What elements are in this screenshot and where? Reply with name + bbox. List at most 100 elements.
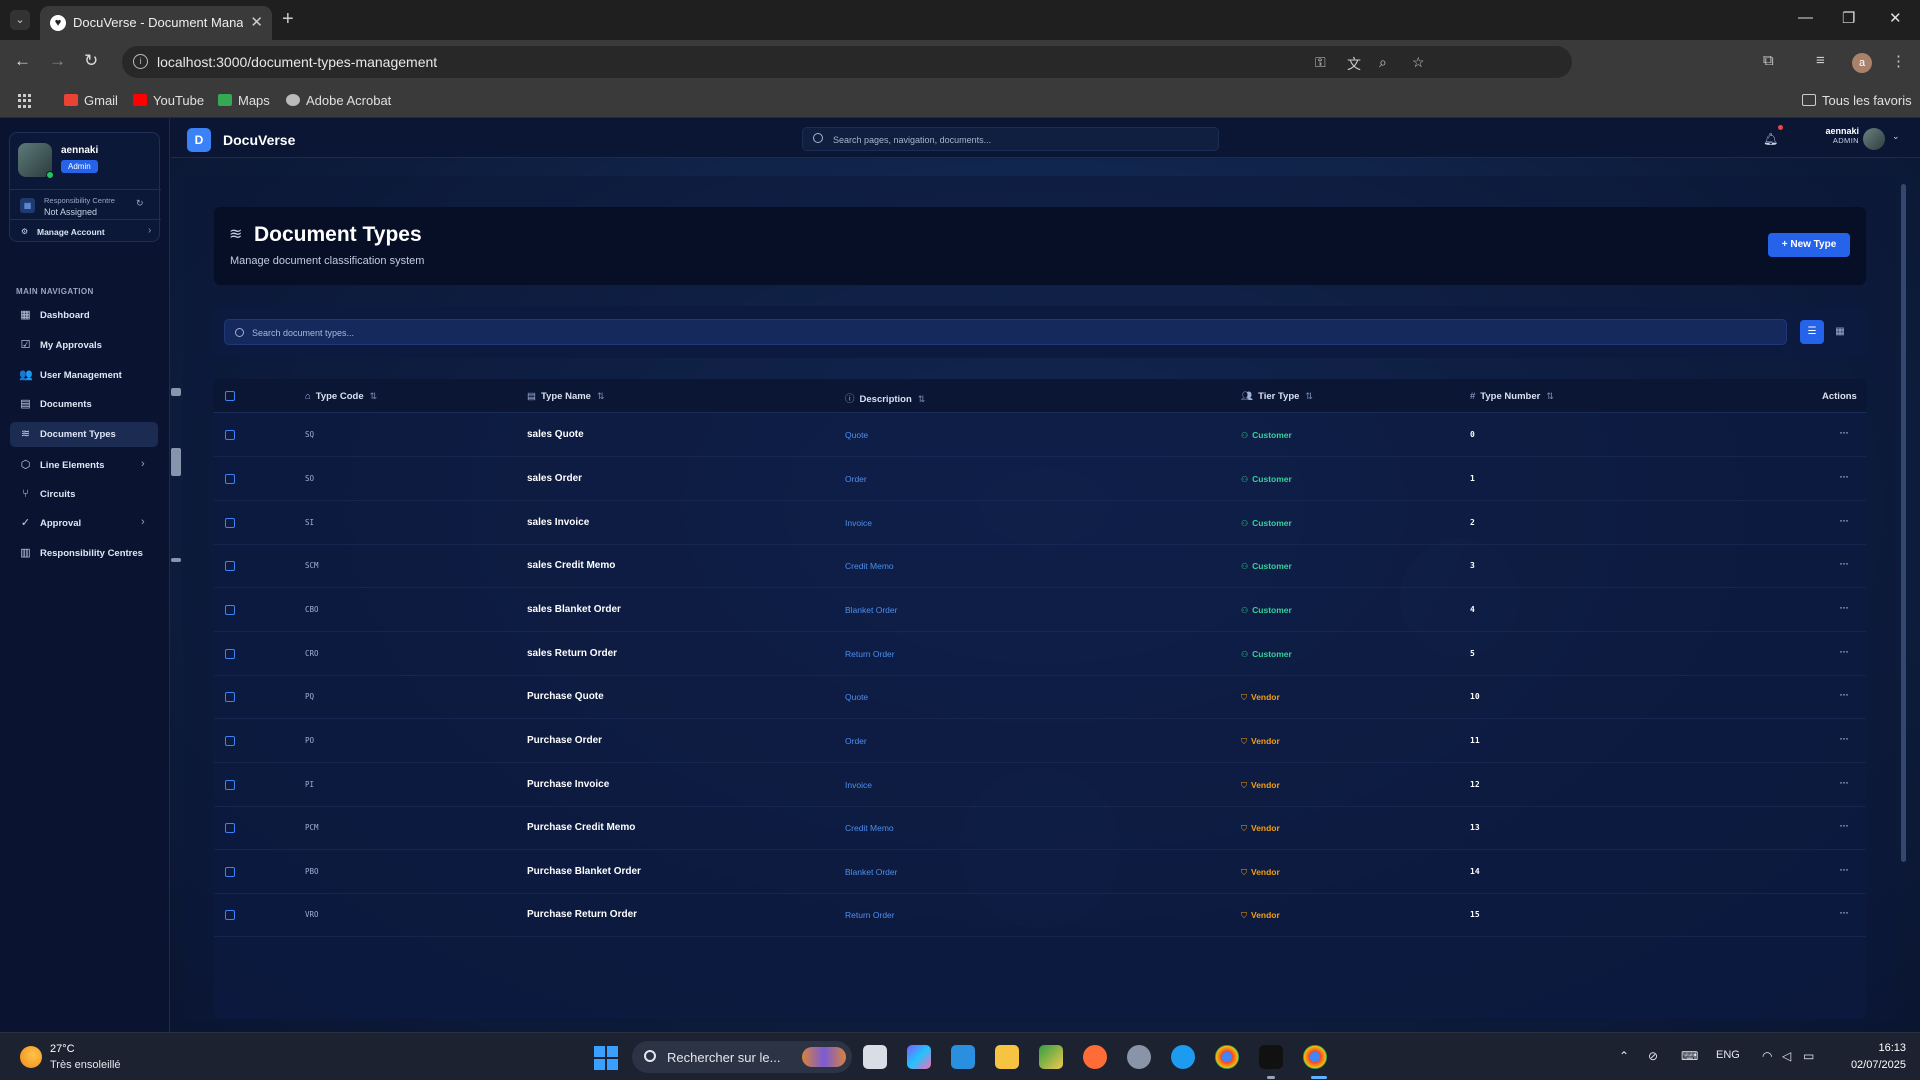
table-row[interactable]: CRO sales Return Order Return Order ⚇ Custom… — [214, 632, 1866, 676]
sidebar-item-document-types[interactable]: ≋ Document Types — [10, 422, 158, 447]
select-all-checkbox[interactable] — [225, 391, 235, 401]
password-key-icon[interactable]: ⚿ — [1315, 54, 1326, 71]
sidebar-item-my-approvals[interactable]: ☑ My Approvals — [10, 333, 158, 358]
table-row[interactable]: CBO sales Blanket Order Blanket Order ⚇ Cust… — [214, 588, 1866, 632]
file-explorer-icon[interactable] — [995, 1045, 1019, 1069]
chrome-icon[interactable] — [1215, 1045, 1239, 1069]
user-menu[interactable]: aennaki ADMIN — [1799, 126, 1859, 145]
network-off-icon[interactable]: ⊘ — [1648, 1049, 1658, 1063]
table-row[interactable]: SQ sales Quote Quote ⚇ Customer 0 ··· — [214, 413, 1866, 457]
row-actions-menu-icon[interactable]: ··· — [1839, 775, 1849, 789]
sidebar-item-approval[interactable]: ✓ Approval › — [10, 511, 158, 536]
table-row[interactable]: SI sales Invoice Invoice ⚇ Customer 2 ··· — [214, 501, 1866, 545]
new-tab-button[interactable]: + — [282, 8, 294, 31]
bookmark-star-icon[interactable]: ☆ — [1412, 54, 1425, 71]
grid-view-button[interactable]: ▦ — [1828, 320, 1852, 344]
row-actions-menu-icon[interactable]: ··· — [1839, 644, 1849, 658]
weather-temperature[interactable]: 27°C — [50, 1043, 75, 1055]
wifi-icon[interactable]: ◠ — [1762, 1049, 1772, 1063]
row-actions-menu-icon[interactable]: ··· — [1839, 469, 1849, 483]
row-actions-menu-icon[interactable]: ··· — [1839, 425, 1849, 439]
row-actions-menu-icon[interactable]: ··· — [1839, 513, 1849, 527]
windows-start-icon[interactable] — [594, 1046, 618, 1070]
all-bookmarks[interactable]: Tous les favoris — [1802, 93, 1912, 108]
sidebar-item-responsibility-centres[interactable]: ▥ Responsibility Centres — [10, 541, 158, 566]
table-row[interactable]: PQ Purchase Quote Quote ⛉ Vendor 10 ··· — [214, 675, 1866, 719]
translate-icon[interactable]: 文 — [1347, 54, 1361, 74]
bookmark-gmail[interactable]: Gmail — [64, 93, 118, 108]
language-indicator[interactable]: ENG — [1716, 1049, 1740, 1061]
tray-chevron-icon[interactable]: ⌃ — [1619, 1049, 1629, 1063]
column-description[interactable]: ⓘ Description ⇅ — [845, 391, 925, 405]
sidebar-item-user-management[interactable]: 👥 User Management — [10, 363, 158, 388]
column-type-name[interactable]: ▤ Type Name ⇅ — [527, 391, 605, 402]
vscode-icon[interactable] — [951, 1045, 975, 1069]
table-row[interactable]: PCM Purchase Credit Memo Credit Memo ⛉ Vendo… — [214, 806, 1866, 850]
table-row[interactable]: SO sales Order Order ⚇ Customer 1 ··· — [214, 457, 1866, 501]
keyboard-icon[interactable]: ⌨ — [1681, 1049, 1698, 1063]
refresh-icon[interactable]: ↻ — [136, 198, 144, 209]
sun-icon[interactable] — [20, 1046, 42, 1068]
clock-time[interactable]: 16:13 — [1856, 1042, 1906, 1054]
settings-icon[interactable] — [1127, 1045, 1151, 1069]
bookmark-adobe-acrobat[interactable]: Adobe Acrobat — [286, 93, 391, 108]
row-actions-menu-icon[interactable]: ··· — [1839, 556, 1849, 570]
table-row[interactable]: PO Purchase Order Order ⛉ Vendor 11 ··· — [214, 719, 1866, 763]
row-actions-menu-icon[interactable]: ··· — [1839, 600, 1849, 614]
app-icon[interactable] — [1039, 1045, 1063, 1069]
weather-description[interactable]: Très ensoleillé — [50, 1059, 121, 1071]
extensions-icon[interactable]: ⧉ — [1763, 52, 1774, 69]
bookmark-maps[interactable]: Maps — [218, 93, 270, 108]
clock-date[interactable]: 02/07/2025 — [1838, 1059, 1906, 1071]
docker-icon[interactable] — [1171, 1045, 1195, 1069]
table-row[interactable]: PBO Purchase Blanket Order Blanket Order ⛉ V… — [214, 850, 1866, 894]
sidebar-item-line-elements[interactable]: ⬡ Line Elements › — [10, 453, 158, 478]
row-checkbox[interactable] — [225, 910, 235, 920]
row-actions-menu-icon[interactable]: ··· — [1839, 687, 1849, 701]
row-actions-menu-icon[interactable]: ··· — [1839, 731, 1849, 745]
scroll-handle[interactable] — [171, 388, 181, 396]
terminal-icon[interactable] — [1259, 1045, 1283, 1069]
profile-avatar[interactable]: a — [1852, 53, 1872, 73]
site-info-icon[interactable]: i — [133, 54, 148, 69]
manage-account-button[interactable]: ⚙ Manage Account › — [10, 219, 161, 243]
task-view-icon[interactable] — [863, 1045, 887, 1069]
row-checkbox[interactable] — [225, 518, 235, 528]
zoom-icon[interactable]: ⌕ — [1379, 54, 1387, 71]
notification-bell-icon[interactable]: 🔔︎ — [1763, 132, 1778, 146]
url-field[interactable]: i localhost:3000/document-types-manageme… — [122, 46, 1572, 78]
scroll-handle[interactable] — [171, 448, 181, 476]
table-row[interactable]: PI Purchase Invoice Invoice ⛉ Vendor 12 ··· — [214, 763, 1866, 807]
row-checkbox[interactable] — [225, 605, 235, 615]
close-tab-icon[interactable]: ✕ — [250, 13, 263, 31]
row-checkbox[interactable] — [225, 474, 235, 484]
row-actions-menu-icon[interactable]: ··· — [1839, 862, 1849, 876]
sidebar-item-dashboard[interactable]: ▦ Dashboard — [10, 303, 158, 328]
apps-grid-icon[interactable] — [18, 94, 32, 108]
row-checkbox[interactable] — [225, 780, 235, 790]
tab-search-button[interactable]: ⌄ — [10, 10, 30, 30]
browser-tab[interactable]: ♥ DocuVerse - Document Management ✕ — [40, 6, 272, 40]
chrome-icon[interactable] — [1303, 1045, 1327, 1069]
chevron-down-icon[interactable]: ⌄ — [1892, 131, 1900, 142]
table-row[interactable]: SCM sales Credit Memo Credit Memo ⚇ Customer… — [214, 544, 1866, 588]
bookmark-youtube[interactable]: YouTube — [133, 93, 204, 108]
volume-icon[interactable]: ◁ — [1782, 1049, 1791, 1063]
row-checkbox[interactable] — [225, 692, 235, 702]
row-checkbox[interactable] — [225, 736, 235, 746]
row-actions-menu-icon[interactable]: ··· — [1839, 818, 1849, 832]
logo[interactable]: D — [187, 128, 211, 152]
reload-icon[interactable]: ↻ — [84, 51, 98, 71]
media-icon[interactable]: ≡ — [1816, 52, 1825, 69]
copilot-icon[interactable] — [907, 1045, 931, 1069]
minimize-icon[interactable]: — — [1798, 9, 1813, 26]
global-search-input[interactable]: Search pages, navigation, documents... — [802, 127, 1219, 151]
document-type-search-input[interactable]: Search document types... — [224, 319, 1787, 345]
row-checkbox[interactable] — [225, 430, 235, 440]
scrollbar[interactable] — [1901, 184, 1906, 862]
row-actions-menu-icon[interactable]: ··· — [1839, 905, 1849, 919]
table-view-button[interactable]: ☰ — [1800, 320, 1824, 344]
close-window-icon[interactable]: ✕ — [1889, 9, 1902, 27]
column-tier-type[interactable]: 👥︎ Tier Type ⇅ — [1241, 391, 1313, 402]
row-checkbox[interactable] — [225, 649, 235, 659]
